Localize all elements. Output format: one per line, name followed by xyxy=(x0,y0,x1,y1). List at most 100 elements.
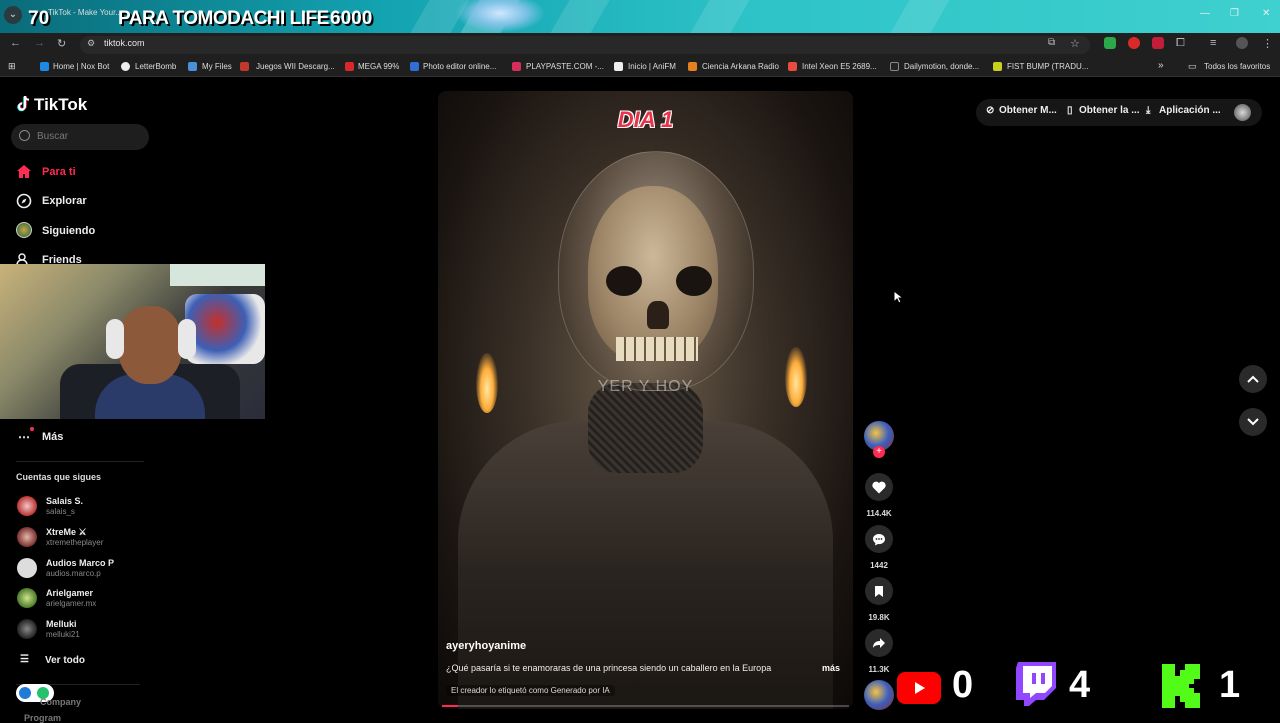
following-avatar-icon xyxy=(16,222,32,238)
list-icon: ☰ xyxy=(20,654,29,665)
bookmark-star-icon[interactable]: ☆ xyxy=(1070,37,1080,50)
account-name[interactable]: Audios Marco P xyxy=(46,558,114,568)
bookmark-item[interactable]: MEGA 99% xyxy=(358,62,399,71)
like-count: 114.4K xyxy=(866,509,892,518)
like-button[interactable] xyxy=(865,473,893,501)
install-app-icon[interactable]: ⧉ xyxy=(1048,37,1055,48)
extension-icon[interactable] xyxy=(1128,37,1140,49)
bookmark-favicon xyxy=(512,62,521,71)
overlay-goal-title: PARA TOMODACHI LIFE xyxy=(118,8,329,29)
bookmark-icon xyxy=(875,585,883,597)
bookmark-item[interactable]: My Files xyxy=(202,62,232,71)
bookmark-item[interactable]: PLAYPASTE.COM -... xyxy=(526,62,604,71)
share-button[interactable] xyxy=(865,629,893,657)
share-icon xyxy=(873,638,885,648)
extensions-puzzle-icon[interactable]: ⧠ xyxy=(1176,37,1185,50)
search-input[interactable] xyxy=(11,124,149,150)
home-icon xyxy=(16,164,32,180)
account-avatar[interactable] xyxy=(17,496,37,516)
bookmark-item[interactable]: Inicio | AniFM xyxy=(628,62,676,71)
account-avatar[interactable] xyxy=(17,588,37,608)
account-name[interactable]: Salais S. xyxy=(46,496,83,506)
previous-video-button[interactable] xyxy=(1239,365,1267,393)
profile-avatar-icon[interactable] xyxy=(1236,37,1248,49)
bookmark-favicon xyxy=(688,62,697,71)
nav-following[interactable]: Siguiendo xyxy=(42,225,95,237)
folder-icon: ▭ xyxy=(1188,61,1197,71)
bookmark-item[interactable]: Intel Xeon E5 2689... xyxy=(802,62,877,71)
video-author[interactable]: ayeryhoyanime xyxy=(446,640,526,652)
account-name[interactable]: XtreMe ⚔ xyxy=(46,527,87,538)
bookmark-item[interactable]: LetterBomb xyxy=(135,62,176,71)
url-text[interactable]: tiktok.com xyxy=(104,38,145,48)
bookmark-item[interactable]: FIST BUMP (TRADU... xyxy=(1007,62,1089,71)
back-icon[interactable]: ← xyxy=(10,37,21,49)
bookmark-favicon xyxy=(40,62,49,71)
youtube-count: 0 xyxy=(952,664,974,706)
next-video-button[interactable] xyxy=(1239,408,1267,436)
media-control-icon[interactable]: ≡ xyxy=(1210,37,1216,49)
follow-plus-icon[interactable]: + xyxy=(873,446,885,458)
get-coins-button[interactable]: Obtener M... xyxy=(999,105,1057,116)
bookmark-item[interactable]: Dailymotion, donde... xyxy=(904,62,979,71)
account-handle: salais_s xyxy=(46,507,75,516)
account-avatar[interactable] xyxy=(17,527,37,547)
video-progress-fill xyxy=(442,705,459,707)
search-icon xyxy=(19,130,30,141)
close-icon[interactable]: ✕ xyxy=(1262,8,1270,19)
forward-icon[interactable]: → xyxy=(34,37,45,49)
tiktok-logo[interactable]: TikTok xyxy=(34,95,87,115)
bookmark-item[interactable]: Ciencia Arkana Radio xyxy=(702,62,779,71)
twitch-count: 4 xyxy=(1069,664,1091,706)
bookmark-favicon xyxy=(345,62,354,71)
user-avatar[interactable] xyxy=(1234,104,1251,121)
video-more-button[interactable]: más xyxy=(822,663,840,673)
overlay-goal-score: 6000 xyxy=(330,8,373,29)
minimize-icon[interactable]: — xyxy=(1200,8,1210,19)
footer-program[interactable]: Program xyxy=(24,713,61,723)
comment-button[interactable] xyxy=(865,525,893,553)
overlay-stripe xyxy=(690,0,750,33)
share-count: 11.3K xyxy=(868,665,890,674)
bookmark-favicon xyxy=(240,62,249,71)
headphones-icon xyxy=(106,319,124,359)
bookmark-item[interactable]: Juegos WII Descarg... xyxy=(256,62,335,71)
bookmark-item[interactable]: Home | Nox Bot xyxy=(53,62,109,71)
site-info-icon[interactable]: ⚙ xyxy=(87,38,95,49)
account-avatar[interactable] xyxy=(17,619,37,639)
nav-explore[interactable]: Explorar xyxy=(42,195,87,207)
browser-menu-icon[interactable]: ⋮ xyxy=(1262,37,1273,50)
desktop-app-button[interactable]: Aplicación ... xyxy=(1159,105,1221,116)
youtube-icon xyxy=(897,672,941,704)
maximize-icon[interactable]: ❐ xyxy=(1230,8,1239,19)
address-bar[interactable] xyxy=(80,36,1090,54)
music-disc-icon[interactable] xyxy=(864,680,894,710)
account-name[interactable]: Arielgamer xyxy=(46,588,93,598)
video-progress-bar[interactable] xyxy=(442,705,849,707)
see-all-link[interactable]: Ver todo xyxy=(45,655,85,666)
all-bookmarks[interactable]: Todos los favoritos xyxy=(1204,62,1270,71)
footer-company[interactable]: Company xyxy=(40,697,81,707)
more-bookmarks-icon[interactable]: » xyxy=(1158,60,1164,71)
tab-search-icon[interactable]: ⌄ xyxy=(4,6,22,24)
save-button[interactable] xyxy=(865,577,893,605)
adblock-icon[interactable] xyxy=(1152,37,1164,49)
notification-dot xyxy=(30,427,34,431)
video-player[interactable]: DIA 1 YER Y HOY ayeryhoyanime ¿Qué pasar… xyxy=(438,91,853,709)
bookmark-item[interactable]: Photo editor online... xyxy=(423,62,496,71)
bookmark-favicon xyxy=(614,62,623,71)
overlay-stripe xyxy=(890,0,950,33)
compass-icon xyxy=(16,193,32,209)
nav-for-you[interactable]: Para ti xyxy=(42,166,76,178)
search-placeholder[interactable]: Buscar xyxy=(37,131,68,142)
tiktok-logo-icon xyxy=(16,95,30,112)
chevron-up-icon xyxy=(1247,375,1259,383)
apps-grid-icon[interactable]: ⊞ xyxy=(8,61,16,72)
browser-tab-title[interactable]: TikTok - Make Your... xyxy=(48,8,122,17)
extension-icon[interactable] xyxy=(1104,37,1116,49)
get-app-button[interactable]: Obtener la ... xyxy=(1079,105,1140,116)
account-avatar[interactable] xyxy=(17,558,37,578)
account-name[interactable]: Melluki xyxy=(46,619,77,629)
reload-icon[interactable]: ↻ xyxy=(57,37,66,50)
nav-more[interactable]: Más xyxy=(42,431,63,443)
